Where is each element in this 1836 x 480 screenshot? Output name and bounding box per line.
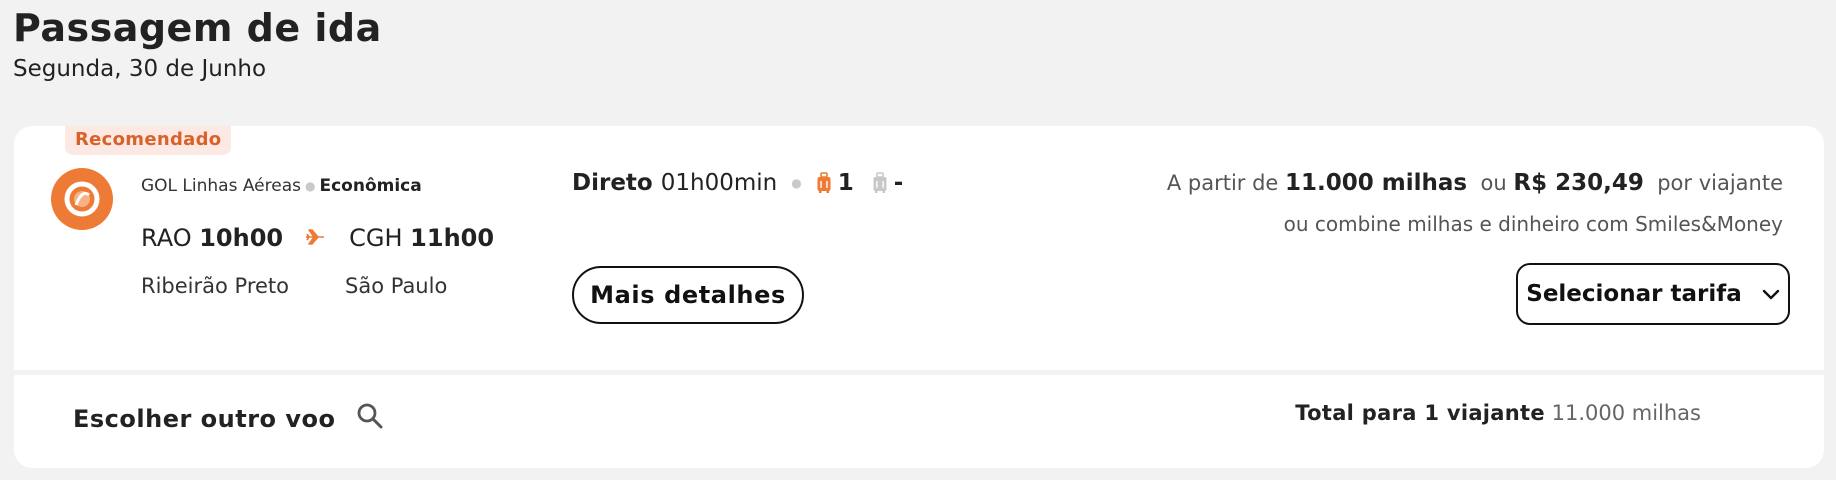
search-icon[interactable]	[356, 402, 384, 436]
separator-dot: ●	[791, 176, 802, 190]
total-label: Total para 1 viajante	[1295, 401, 1545, 425]
stops-label: Direto	[572, 170, 653, 196]
price-prefix: A partir de	[1166, 171, 1279, 195]
recommended-badge: Recomendado	[65, 126, 232, 155]
carry-on-bag-icon	[816, 172, 832, 194]
dest-time: 11h00	[410, 224, 495, 252]
total-value: 11.000 milhas	[1551, 401, 1701, 425]
details-button[interactable]: Mais detalhes	[572, 266, 804, 324]
page-title: Passagem de ida	[13, 6, 382, 50]
airline-info: GOL Linhas Aéreas ● Econômica	[141, 176, 422, 196]
flight-info: Direto 01h00min ● 1 -	[572, 170, 921, 196]
miles-price: 11.000 milhas	[1285, 170, 1468, 196]
choose-other-flight-label[interactable]: Escolher outro voo	[73, 405, 336, 433]
select-fare-label: Selecionar tarifa	[1526, 281, 1742, 307]
origin-code: RAO	[141, 224, 192, 252]
carry-on-count: 1	[837, 170, 854, 196]
checked-bag-icon	[872, 172, 888, 194]
origin: RAO 10h00	[141, 224, 283, 252]
choose-other-flight[interactable]: Escolher outro voo	[73, 402, 384, 436]
price-line: A partir de 11.000 milhas ou R$ 230,49 p…	[1167, 170, 1783, 196]
route: RAO 10h00 CGH 11h00	[141, 224, 494, 253]
page-subtitle: Segunda, 30 de Junho	[13, 56, 267, 82]
chevron-down-icon	[1762, 281, 1780, 307]
separator-dot: ●	[305, 179, 316, 193]
price-or: ou	[1480, 171, 1507, 195]
duration: 01h00min	[660, 170, 778, 196]
select-fare-button[interactable]: Selecionar tarifa	[1516, 263, 1790, 325]
smiles-money-text: ou combine milhas e dinheiro com Smiles&…	[1283, 212, 1783, 236]
total-summary: Total para 1 viajante 11.000 milhas	[1295, 401, 1701, 425]
flight-footer: Escolher outro voo Total para 1 viajante…	[14, 375, 1824, 468]
airline-name: GOL Linhas Aéreas	[141, 176, 301, 196]
price-suffix: por viajante	[1657, 171, 1783, 195]
gol-logo-icon	[51, 168, 113, 230]
destination: CGH 11h00	[349, 224, 494, 252]
money-price: R$ 230,49	[1513, 170, 1644, 196]
dest-city: São Paulo	[345, 274, 448, 298]
origin-city: Ribeirão Preto	[141, 274, 290, 298]
origin-time: 10h00	[199, 224, 284, 252]
airplane-icon	[305, 225, 325, 253]
cabin-class: Econômica	[319, 176, 422, 196]
flight-card: Recomendado GOL Linhas Aéreas ● Econômica …	[14, 126, 1824, 370]
checked-bag-count: -	[893, 170, 904, 196]
dest-code: CGH	[349, 224, 403, 252]
